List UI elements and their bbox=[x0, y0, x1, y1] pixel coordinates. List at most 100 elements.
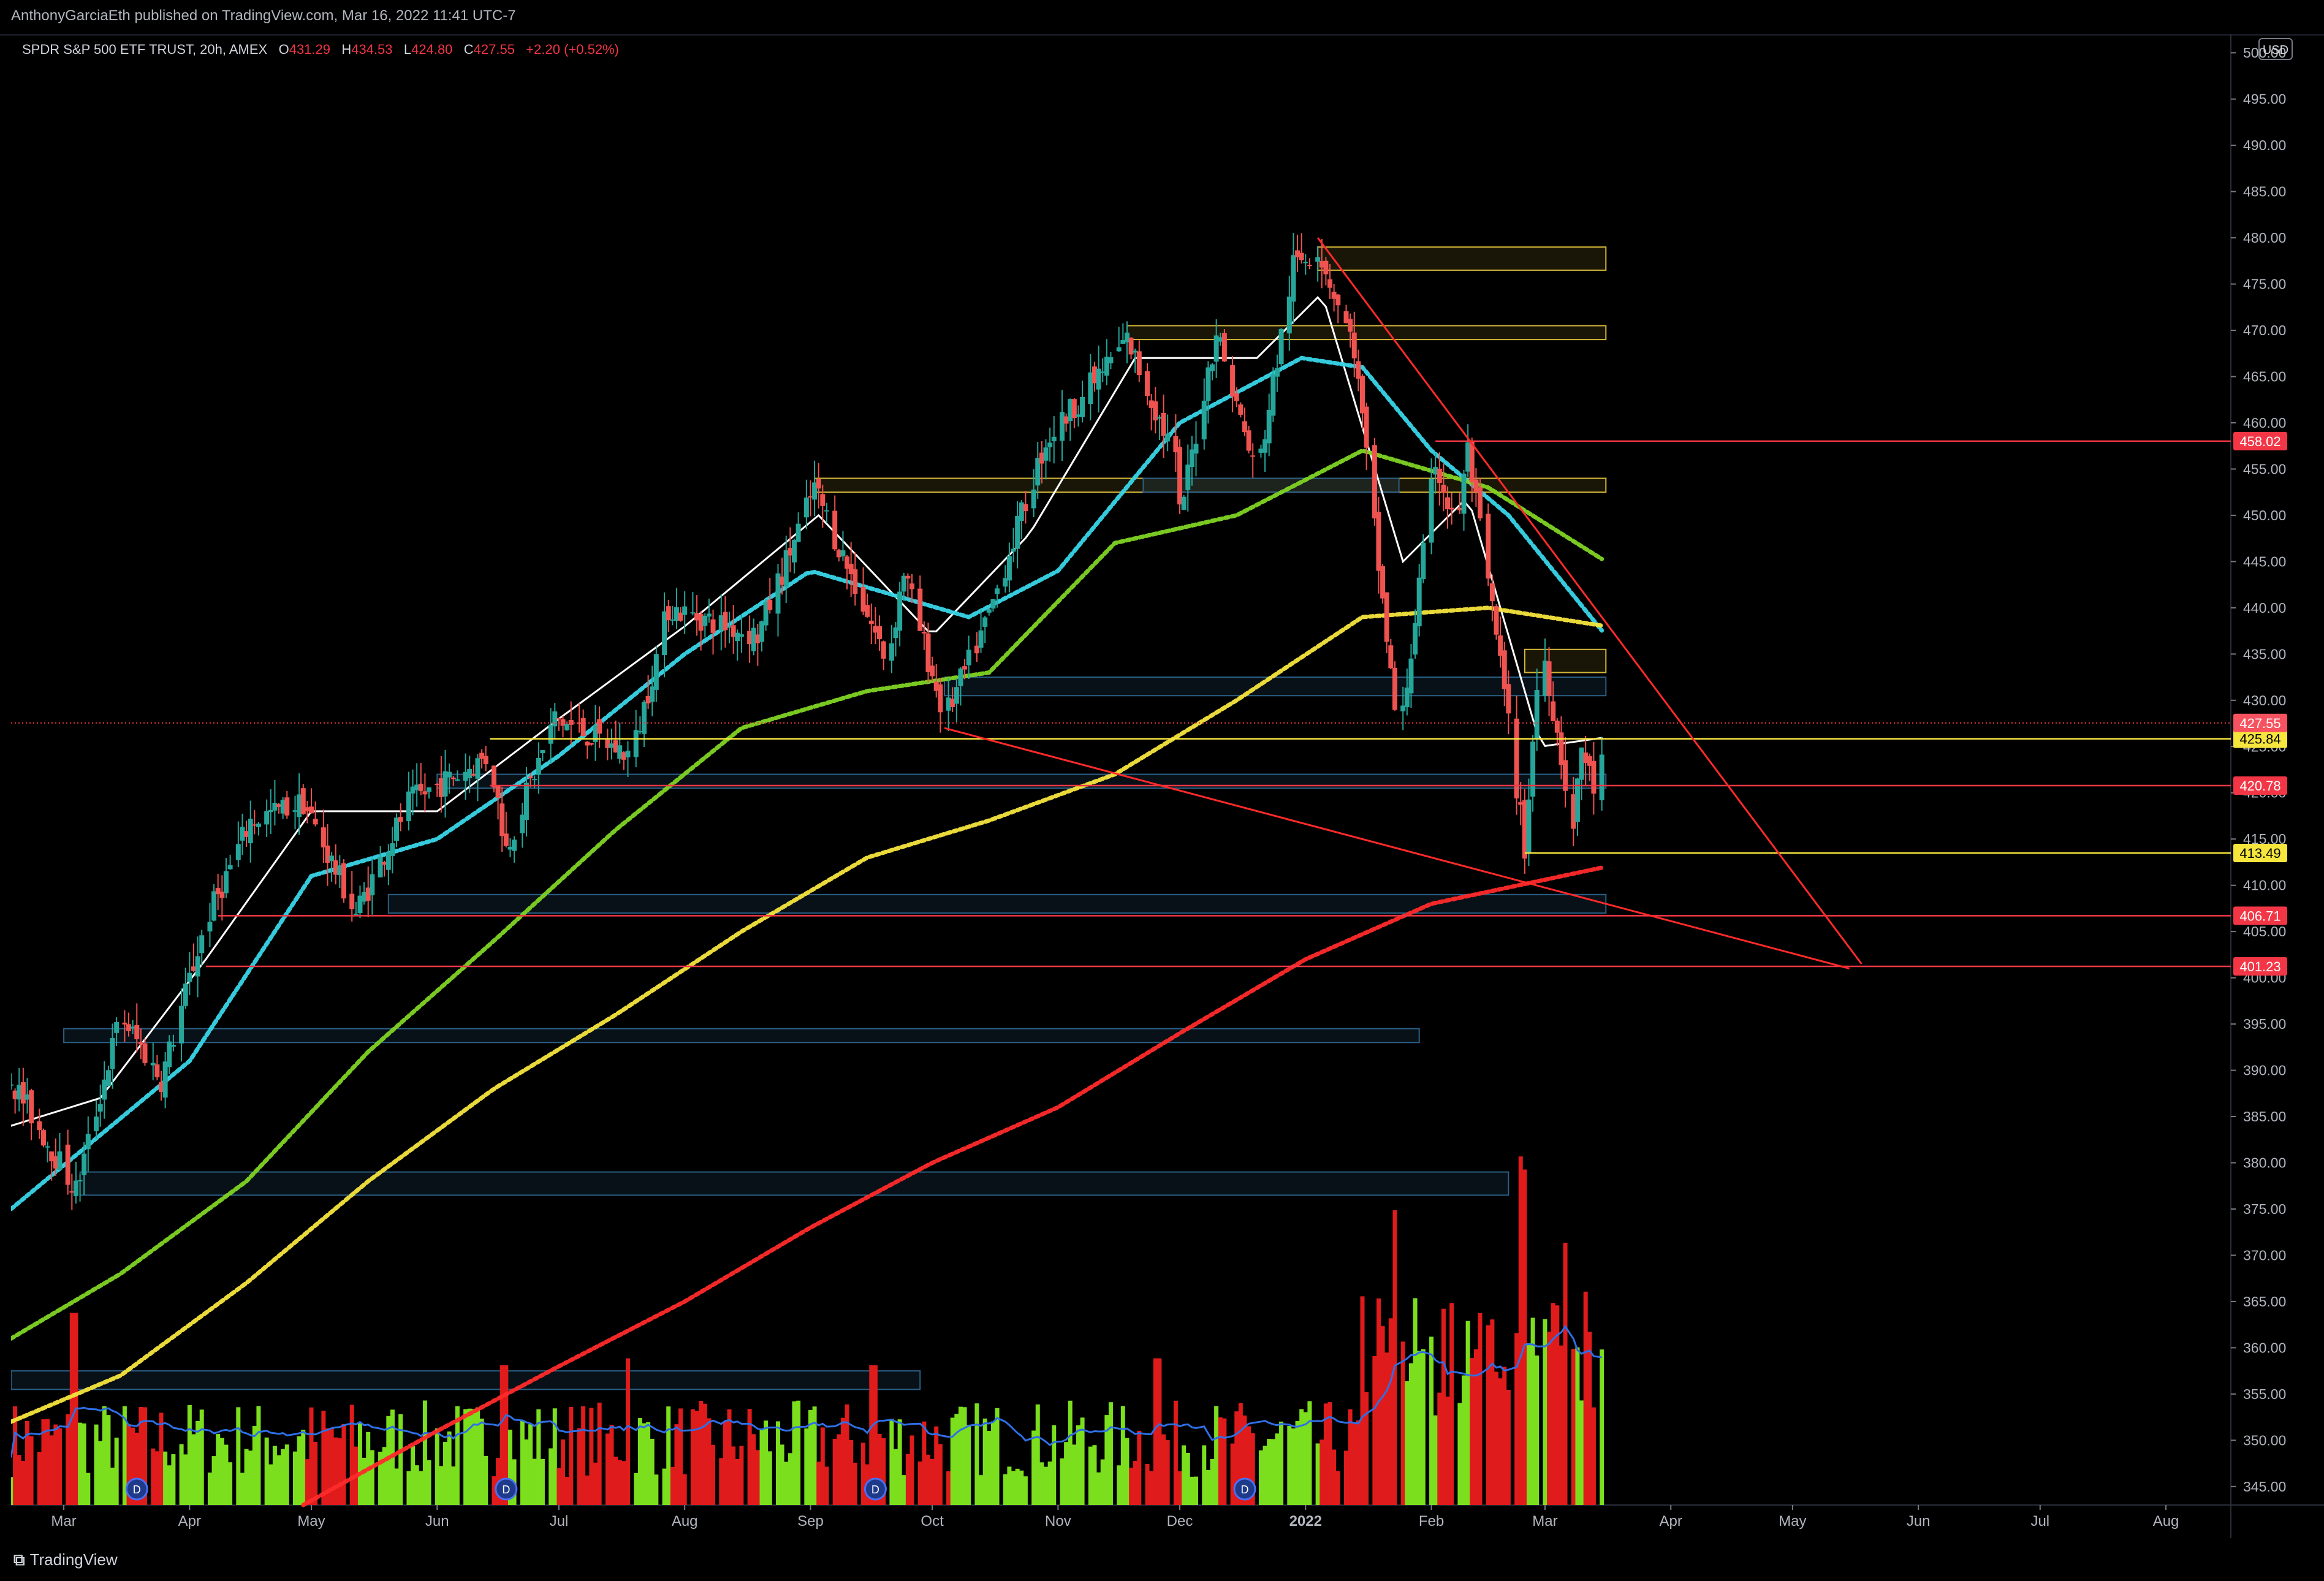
candle-body bbox=[329, 855, 335, 862]
volume-bar bbox=[613, 1457, 618, 1505]
demand-zone bbox=[79, 1171, 1509, 1196]
volume-bar bbox=[1258, 1450, 1263, 1505]
price-tick-label: 475.00 bbox=[2243, 276, 2286, 292]
candle-body bbox=[889, 643, 894, 661]
candle-body bbox=[134, 1025, 140, 1039]
price-tick-label: 395.00 bbox=[2243, 1016, 2286, 1032]
candle-body bbox=[1201, 400, 1207, 440]
volume-bar bbox=[1214, 1406, 1219, 1505]
candle-body bbox=[954, 687, 959, 704]
time-tick-label: Dec bbox=[1167, 1513, 1193, 1530]
volume-bar bbox=[1551, 1303, 1555, 1505]
demand-zone bbox=[387, 893, 1607, 914]
price-tick-label: 405.00 bbox=[2243, 923, 2286, 939]
price-tick-label: 465.00 bbox=[2243, 368, 2286, 384]
volume-bar bbox=[792, 1401, 797, 1505]
volume-bar bbox=[925, 1454, 930, 1505]
volume-bar bbox=[723, 1421, 727, 1505]
volume-bar bbox=[1583, 1291, 1588, 1505]
price-tick-label: 445.00 bbox=[2243, 553, 2286, 569]
volume-bar bbox=[824, 1466, 829, 1505]
candle-body bbox=[1303, 262, 1308, 264]
price-chart[interactable]: 345.00 350.00 355.00 360.00 365.00 370.00 375.… bbox=[11, 34, 2324, 1538]
volume-bar bbox=[370, 1450, 374, 1505]
volume-bar bbox=[1522, 1169, 1527, 1505]
volume-bar bbox=[1157, 1358, 1162, 1505]
candle-body bbox=[1478, 487, 1483, 518]
candle-body bbox=[588, 743, 594, 745]
candle-body bbox=[824, 510, 829, 512]
volume-bar bbox=[435, 1428, 439, 1505]
candle-body bbox=[1221, 333, 1227, 362]
candle-body bbox=[57, 1151, 63, 1170]
volume-bar bbox=[406, 1471, 411, 1505]
candle-body bbox=[199, 935, 205, 954]
candle-body bbox=[1486, 514, 1491, 579]
volume-bar bbox=[11, 1477, 13, 1505]
volume-bar bbox=[719, 1458, 724, 1505]
volume-bar bbox=[1210, 1459, 1215, 1505]
price-tick-label: 410.00 bbox=[2243, 878, 2286, 893]
price-tick-label: 495.00 bbox=[2243, 91, 2286, 107]
candle-body bbox=[114, 1022, 120, 1033]
volume-bar bbox=[1587, 1332, 1592, 1505]
volume-bar bbox=[1514, 1333, 1519, 1505]
currency-button[interactable]: USD bbox=[2258, 38, 2293, 60]
volume-bar bbox=[987, 1431, 992, 1505]
volume-bar bbox=[240, 1473, 245, 1505]
price-tick-label: 435.00 bbox=[2243, 646, 2286, 662]
candle-body bbox=[767, 599, 773, 610]
volume-bar bbox=[528, 1424, 533, 1505]
candle-body bbox=[1591, 760, 1597, 794]
candle-body bbox=[1238, 404, 1244, 415]
candle-body bbox=[995, 588, 1000, 594]
candle-body bbox=[353, 913, 359, 915]
tradingview-brand[interactable]: ⧉ TradingView bbox=[13, 1550, 118, 1570]
candle-body bbox=[467, 768, 473, 778]
volume-bar bbox=[1332, 1449, 1337, 1505]
candle-body bbox=[966, 650, 971, 665]
candle-body bbox=[803, 497, 809, 518]
candle-body bbox=[37, 1121, 42, 1131]
symbol-legend: SPDR S&P 500 ETF TRUST, 20h, AMEX O431.2… bbox=[22, 42, 619, 58]
volume-bar bbox=[382, 1447, 387, 1505]
candle-body bbox=[1165, 433, 1171, 442]
time-tick-label: Mar bbox=[51, 1513, 76, 1530]
volume-bar bbox=[556, 1468, 561, 1505]
volume-bar bbox=[966, 1425, 971, 1505]
candle-body bbox=[682, 606, 688, 615]
volume-bar bbox=[564, 1477, 569, 1505]
volume-bar bbox=[1206, 1469, 1210, 1505]
volume-bar bbox=[272, 1446, 277, 1505]
volume-bar bbox=[467, 1408, 472, 1505]
candle-body bbox=[264, 811, 270, 825]
candle-body bbox=[897, 591, 903, 631]
candle-body bbox=[483, 756, 488, 764]
price-tick-label: 390.00 bbox=[2243, 1063, 2286, 1079]
price-tick-label: 345.00 bbox=[2243, 1479, 2286, 1495]
volume-bar bbox=[1161, 1434, 1166, 1505]
volume-bar bbox=[167, 1465, 172, 1505]
demand-zone bbox=[63, 1028, 1420, 1044]
volume-bar bbox=[585, 1475, 590, 1505]
volume-bar bbox=[1457, 1403, 1462, 1505]
candle-body bbox=[1206, 367, 1211, 401]
volume-bar bbox=[1518, 1156, 1523, 1505]
candle-body bbox=[1388, 645, 1394, 669]
dividend-marker-label: D bbox=[502, 1484, 510, 1496]
candle-body bbox=[881, 641, 886, 659]
volume-bar bbox=[293, 1451, 298, 1505]
volume-bar bbox=[1449, 1303, 1454, 1505]
dividend-marker-label: D bbox=[1240, 1484, 1248, 1496]
volume-bar bbox=[1275, 1433, 1280, 1505]
volume-bar bbox=[694, 1411, 699, 1505]
candle-body bbox=[633, 730, 639, 757]
volume-bar bbox=[1270, 1439, 1275, 1505]
volume-bar bbox=[216, 1434, 221, 1505]
candle-body bbox=[1327, 279, 1333, 288]
volume-bar bbox=[1315, 1443, 1320, 1505]
chart-area[interactable]: 345.00 350.00 355.00 360.00 365.00 370.00 375.… bbox=[11, 34, 2324, 1538]
price-tick-label: 365.00 bbox=[2243, 1294, 2286, 1310]
candle-body bbox=[313, 819, 318, 825]
price-tick-label: 385.00 bbox=[2243, 1109, 2286, 1124]
